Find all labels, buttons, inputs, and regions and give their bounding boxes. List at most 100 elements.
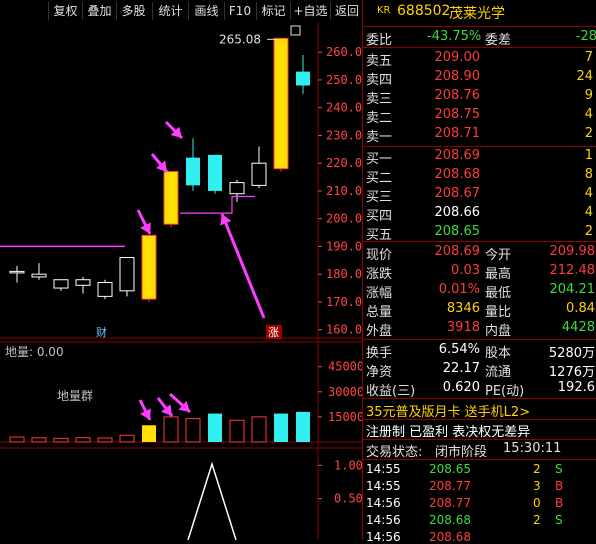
bids-price[interactable]: 208.66	[415, 205, 481, 220]
quote-label-2: 量比	[485, 305, 512, 320]
price-axis-label: 180.00	[326, 267, 362, 281]
tick-side: B	[555, 496, 564, 510]
ad-banner-monthly-card[interactable]: 35元普及版月卡 送手机L2>	[366, 401, 530, 420]
toolbar-button-8[interactable]: 返回	[330, 2, 363, 20]
quote-value-2: 204.21	[549, 282, 596, 297]
toolbar-button-1[interactable]: 叠加	[82, 2, 116, 20]
quote-value: 0.03	[451, 263, 480, 278]
bids-volume: 4	[584, 205, 593, 220]
candle-body	[273, 37, 289, 170]
asks-price[interactable]: 209.00	[415, 50, 481, 65]
bids-volume: 1	[584, 148, 593, 163]
price-axis-label: 250.00	[326, 73, 362, 87]
fundamental-label: 收益(三)	[366, 384, 416, 399]
candle-body	[119, 257, 135, 292]
bids-price[interactable]: 208.68	[415, 167, 481, 182]
quote-value: 8346	[446, 301, 480, 316]
tick-price: 208.68	[429, 513, 471, 527]
toolbar-button-6[interactable]: 标记	[256, 2, 290, 20]
volume-bar	[185, 418, 201, 443]
tick-volume: 0	[533, 496, 541, 510]
quote-value: 208.69	[434, 244, 481, 259]
tick-volume: 2	[533, 513, 541, 527]
bids-price[interactable]: 208.67	[415, 186, 481, 201]
bids-label: 买四	[366, 209, 393, 224]
quote-label: 涨跌	[366, 267, 393, 282]
stock-name: 茂莱光学	[449, 6, 505, 22]
trade-status-label: 交易状态:	[366, 445, 423, 460]
candle-body	[186, 157, 200, 186]
toolbar-button-3[interactable]: 统计	[152, 2, 188, 20]
fundamental-label-2: PE(动)	[485, 384, 525, 399]
stock-code: 688502	[397, 3, 451, 19]
toolbar-button-2[interactable]: 多股	[116, 2, 150, 20]
toolbar-button-4[interactable]: 画线	[188, 2, 224, 20]
fundamental-label-2: 股本	[485, 346, 512, 361]
chart-toolbar: 复权 叠加 多股 统计 画线 F10 标记 +自选 返回	[0, 0, 362, 22]
tick-price: 208.77	[429, 496, 471, 510]
volume-bar	[97, 437, 113, 443]
price-axis-label: 210.00	[326, 184, 362, 198]
candle-body	[229, 182, 245, 195]
quote-label-2: 今开	[485, 248, 512, 263]
quote-label: 涨幅	[366, 286, 393, 301]
indicator-axis-label: 1.00	[334, 458, 362, 472]
tick-side: B	[555, 479, 564, 493]
price-axis-label: 190.00	[326, 239, 362, 253]
tick-price: 208.77	[429, 479, 471, 493]
asks-price[interactable]: 208.71	[415, 126, 481, 141]
asks-price[interactable]: 208.75	[415, 107, 481, 122]
quote-label-2: 内盘	[485, 324, 512, 339]
volume-bar	[9, 436, 25, 443]
volume-bar	[142, 425, 156, 442]
price-axis-label: 240.00	[326, 101, 362, 115]
candle-body	[31, 273, 47, 278]
asks-price[interactable]: 208.76	[415, 88, 481, 103]
tick-time: 14:55	[366, 479, 401, 493]
volume-bar	[229, 419, 245, 443]
tick-time: 14:55	[366, 462, 401, 476]
toolbar-button-5[interactable]: F10	[224, 2, 255, 20]
toolbar-button-0[interactable]: 复权	[48, 2, 82, 20]
quote-label-2: 最高	[485, 267, 512, 282]
fundamental-label: 净资	[366, 365, 393, 380]
quote-value-2: 209.98	[549, 244, 596, 259]
toolbar-button-7[interactable]: +自选	[290, 2, 330, 20]
bids-label: 买一	[366, 152, 393, 167]
tick-price: 208.65	[429, 462, 471, 476]
candle-body	[251, 162, 267, 186]
asks-label: 卖四	[366, 73, 393, 88]
candle-body	[208, 154, 222, 191]
kline-chart-area[interactable]: 160.00 170.00 180.00 190.00 200.00 210.00 220.…	[0, 22, 369, 541]
asks-label: 卖一	[366, 130, 393, 145]
volume-bar	[163, 416, 179, 443]
quote-value-2: 4428	[561, 320, 595, 335]
volume-panel-title: 地量: 0.00	[5, 345, 64, 359]
order-ratio-label: 委比	[366, 33, 393, 48]
volume-bar	[53, 437, 69, 443]
high-price-annotation: 265.08	[219, 32, 261, 46]
asks-volume: 24	[576, 69, 593, 84]
price-axis-label: 220.00	[326, 156, 362, 170]
bids-price[interactable]: 208.65	[415, 224, 481, 239]
volume-bar	[208, 413, 222, 442]
asks-label: 卖二	[366, 111, 393, 126]
candle-body	[296, 71, 310, 86]
exchange-prefix: KR	[377, 5, 391, 16]
volume-bar	[31, 437, 47, 443]
kline-chart-svg[interactable]: 160.00 170.00 180.00 190.00 200.00 210.00 220.…	[0, 22, 369, 541]
candle-body	[163, 171, 179, 225]
quote-value: 0.01%	[438, 282, 480, 297]
volume-annotation: 地量群	[57, 389, 93, 403]
volume-bar	[296, 411, 310, 442]
bids-price[interactable]: 208.69	[415, 148, 481, 163]
fundamental-value: 22.17	[442, 361, 480, 376]
quote-value-2: 212.48	[549, 263, 596, 278]
tick-volume: 2	[533, 462, 541, 476]
fundamental-value: 6.54%	[438, 342, 480, 357]
tick-volume: 3	[533, 479, 541, 493]
asks-price[interactable]: 208.90	[415, 69, 481, 84]
indicator-axis-label: 0.50	[334, 492, 362, 506]
volume-bar	[274, 413, 288, 442]
quote-label: 现价	[366, 248, 393, 263]
